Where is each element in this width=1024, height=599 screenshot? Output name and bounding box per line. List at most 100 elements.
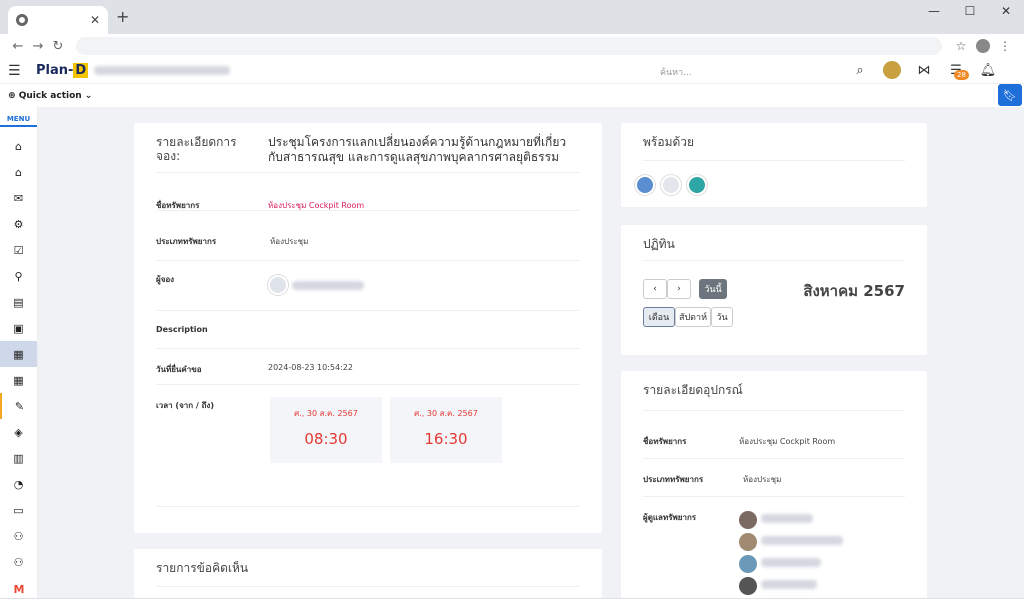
sidebar-item-calendar[interactable]: ▦ (0, 367, 37, 393)
sidebar-item-document[interactable]: ▤ (0, 289, 37, 315)
browser-tabbar: ✕ + — ☐ ✕ (0, 0, 1024, 34)
calendar-next-button[interactable]: › (667, 279, 691, 299)
share-icon[interactable]: ⋈ (908, 63, 940, 78)
manager-avatar (739, 555, 757, 573)
sidebar-item-ticket[interactable]: ▭ (0, 497, 37, 523)
sidebar-item-building[interactable]: ▥ (0, 445, 37, 471)
resource-row: ชื่อทรัพยากร ห้องประชุม Cockpit Room (156, 173, 580, 211)
sidebar-item-checklist[interactable]: ☑ (0, 237, 37, 263)
profile-avatar[interactable] (976, 39, 990, 53)
participant-avatar-1[interactable] (635, 175, 655, 195)
new-tab-button[interactable]: + (116, 7, 129, 26)
user-gear-icon: ⚙ (13, 217, 24, 231)
user-icon: ⚇ (13, 555, 24, 569)
booker-avatar (268, 275, 288, 295)
comments-header: รายการข้อคิดเห็น (156, 549, 580, 587)
manager-item[interactable] (739, 555, 843, 577)
window-controls: — ☐ ✕ (916, 0, 1024, 22)
plan-d-logo[interactable]: Plan- D (36, 63, 89, 78)
brand-footer-icon: M (13, 583, 25, 596)
sidebar-item-user[interactable]: ⚇ (0, 549, 37, 575)
time-from-time: 08:30 (304, 430, 348, 448)
notification-badge: 28 (954, 69, 969, 80)
participant-avatar-2[interactable] (661, 175, 681, 195)
calendar-prev-button[interactable]: ‹ (643, 279, 667, 299)
user-avatar (883, 61, 901, 79)
bookmark-button[interactable]: 🔖︎ (998, 84, 1022, 106)
close-window-button[interactable]: ✕ (988, 0, 1024, 22)
calendar-today-button[interactable]: วันนี้ (699, 279, 727, 299)
calendar-view-day[interactable]: วัน (711, 307, 733, 327)
reload-icon[interactable]: ↻ (48, 39, 68, 54)
manager-name (760, 514, 813, 523)
quick-action-button[interactable]: ⊕ Quick action ⌄ (8, 91, 92, 101)
logo-d: D (73, 63, 89, 78)
time-from-box: ศ., 30 ส.ค. 2567 08:30 (270, 397, 382, 463)
resource-type-value: ห้องประชุม (270, 237, 309, 246)
equipment-type-row: ประเภททรัพยากร ห้องประชุม (643, 459, 905, 497)
search-input[interactable]: ค้นหา... (660, 65, 692, 79)
participants-card: พร้อมด้วย (621, 123, 927, 207)
document-icon: ▤ (13, 295, 24, 309)
resource-type-label: ประเภททรัพยากร (156, 237, 217, 246)
participants-title: พร้อมด้วย (643, 135, 695, 149)
manager-avatar (739, 511, 757, 529)
manager-item[interactable] (739, 577, 843, 599)
browser-toolbar: ← → ↻ ☆ ⋮ (0, 34, 1024, 58)
equipment-title: รายละเอียดอุปกรณ์ (643, 383, 743, 397)
forward-icon[interactable]: → (28, 39, 48, 54)
sidebar-item-cash[interactable]: ▣ (0, 315, 37, 341)
sidebar: MENU ⌂ ⌂ ✉ ⚙ ☑ ⚲ ▤ ▣ ▦ ▦ ✎ ◈ ▥ ◔ ▭ ⚇ ⚇ M (0, 107, 38, 598)
sidebar-item-booking[interactable]: ▦ (0, 341, 37, 367)
sidebar-item-user-clock[interactable]: ⚇ (0, 523, 37, 549)
user-avatar-button[interactable] (876, 61, 908, 79)
participant-avatar-3[interactable] (687, 175, 707, 195)
user-clock-icon: ⚇ (13, 529, 24, 543)
star-icon[interactable]: ☆ (950, 39, 972, 53)
checklist-icon: ☑ (13, 243, 24, 257)
home-icon: ⌂ (15, 165, 22, 179)
sidebar-item-mail[interactable]: ✉ (0, 185, 37, 211)
sidebar-item-chart[interactable]: ◔ (0, 471, 37, 497)
request-date-row: วันที่ยื่นคำขอ 2024-08-23 10:54:22 (156, 349, 580, 385)
participants-header: พร้อมด้วย (643, 123, 905, 161)
hamburger-menu-icon[interactable]: ☰ (8, 63, 28, 79)
time-to-time: 16:30 (424, 430, 468, 448)
equipment-type-value: ห้องประชุม (743, 475, 782, 484)
calendar-month-title: สิงหาคม 2567 (803, 282, 905, 300)
minimize-button[interactable]: — (916, 0, 952, 22)
browser-tab[interactable]: ✕ (8, 6, 108, 34)
back-icon[interactable]: ← (8, 39, 28, 54)
search-icon[interactable]: ⌕ (844, 63, 876, 78)
ticket-icon: ▭ (13, 503, 24, 517)
calendar-header: ปฏิทิน (643, 225, 905, 261)
booking-title-label: รายละเอียดการจอง: (156, 135, 237, 163)
equipment-resource-row: ชื่อทรัพยากร ห้องประชุม Cockpit Room (643, 411, 905, 459)
sidebar-item-user-settings[interactable]: ⚙ (0, 211, 37, 237)
manager-item[interactable] (739, 533, 843, 555)
sidebar-item-layers[interactable]: ◈ (0, 419, 37, 445)
task-list-icon[interactable]: ☰28 (940, 63, 972, 80)
quick-action-bar: ⊕ Quick action ⌄ 🔖︎ (0, 84, 1024, 107)
calendar-card: ปฏิทิน ‹ › วันนี้ สิงหาคม 2567 เดือน สัป… (621, 225, 927, 355)
calendar-view-month[interactable]: เดือน (643, 307, 675, 327)
manager-item[interactable] (739, 511, 843, 533)
logo-text: Plan- (36, 63, 74, 78)
calendar-view-week[interactable]: สัปดาห์ (675, 307, 711, 327)
app-body: MENU ⌂ ⌂ ✉ ⚙ ☑ ⚲ ▤ ▣ ▦ ▦ ✎ ◈ ▥ ◔ ▭ ⚇ ⚇ M… (0, 107, 1024, 598)
bell-icon[interactable]: 🔔︎ (972, 63, 1004, 78)
mail-icon: ✉ (13, 191, 24, 205)
sidebar-item-edit[interactable]: ✎ (0, 393, 37, 419)
sidebar-item-home-2[interactable]: ⌂ (0, 159, 37, 185)
address-bar[interactable] (76, 37, 942, 55)
request-date-value: 2024-08-23 10:54:22 (268, 363, 353, 372)
sidebar-item-person[interactable]: ⚲ (0, 263, 37, 289)
time-from-date: ศ., 30 ส.ค. 2567 (294, 409, 358, 418)
app-header: ☰ Plan-D ค้นหา... ⌕ ⋈ ☰28 🔔︎ (0, 58, 1024, 84)
kebab-menu-icon[interactable]: ⋮ (994, 39, 1016, 53)
maximize-button[interactable]: ☐ (952, 0, 988, 22)
sidebar-item-home[interactable]: ⌂ (0, 133, 37, 159)
booker-label: ผู้จอง (156, 275, 175, 284)
tab-close-icon[interactable]: ✕ (90, 13, 100, 27)
person-pin-icon: ⚲ (14, 269, 23, 283)
